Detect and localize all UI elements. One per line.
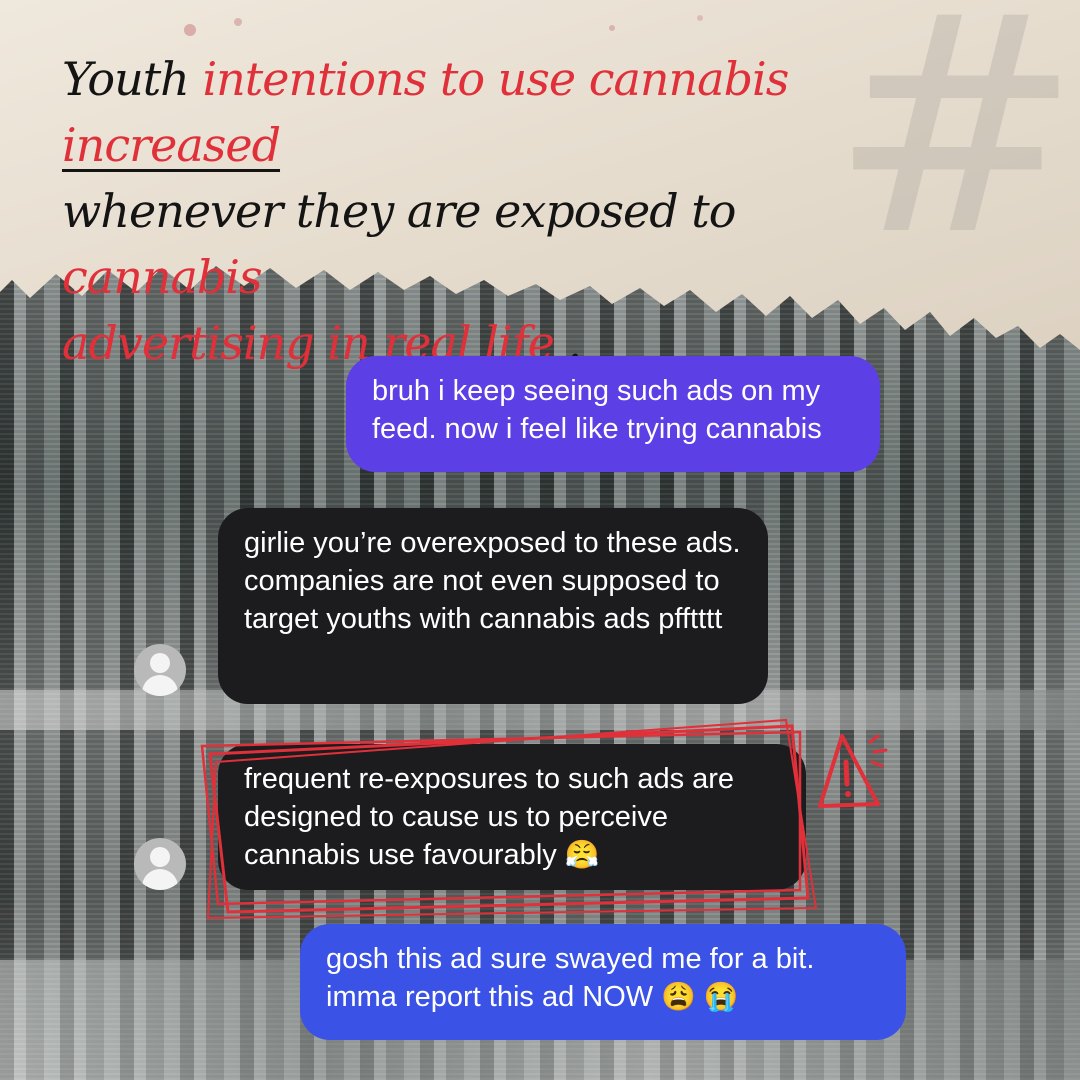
message-text: bruh i keep seeing such ads on my feed. … bbox=[372, 375, 822, 445]
headline-highlight-underlined: increased bbox=[62, 118, 281, 172]
received-message-bubble-highlighted: frequent re-exposures to such ads are de… bbox=[218, 744, 806, 890]
warning-icon bbox=[818, 734, 888, 808]
headline-text: whenever they are exposed to bbox=[62, 184, 736, 238]
weary-crying-emoji: 😩 😭 bbox=[661, 981, 739, 1012]
steam-face-emoji: 😤 bbox=[564, 839, 600, 870]
headline-highlight: intentions to use cannabis bbox=[202, 52, 789, 106]
sent-message-bubble: bruh i keep seeing such ads on my feed. … bbox=[346, 356, 880, 472]
sent-message-bubble: gosh this ad sure swayed me for a bit. i… bbox=[300, 924, 906, 1040]
received-message-bubble: girlie you’re overexposed to these ads. … bbox=[218, 508, 768, 704]
headline-highlight: cannabis bbox=[62, 250, 263, 304]
message-text: frequent re-exposures to such ads are de… bbox=[244, 763, 735, 871]
avatar-placeholder-icon bbox=[134, 838, 186, 890]
headline: Youth intentions to use cannabis increas… bbox=[62, 46, 942, 376]
headline-text: Youth bbox=[62, 52, 203, 106]
avatar-placeholder-icon bbox=[134, 644, 186, 696]
message-text: girlie you’re overexposed to these ads. … bbox=[244, 527, 741, 635]
message-text: gosh this ad sure swayed me for a bit. i… bbox=[326, 943, 815, 1013]
